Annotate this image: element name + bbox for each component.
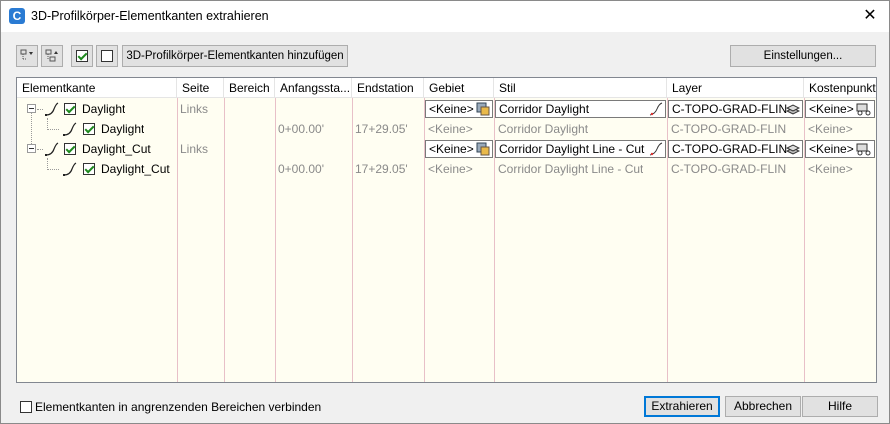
select-all-button[interactable] bbox=[71, 45, 93, 67]
collapse-node-icon[interactable] bbox=[27, 144, 36, 153]
kosten-dropdown[interactable]: <Keine> bbox=[805, 140, 875, 158]
layer-value: C-TOPO-GRAD-FLIN bbox=[671, 122, 787, 136]
clear-all-button[interactable] bbox=[96, 45, 118, 67]
title-bar: C 3D-Profilkörper-Elementkanten extrahie… bbox=[1, 1, 889, 32]
feature-line-icon bbox=[45, 102, 59, 116]
layer-dropdown[interactable]: C-TOPO-GRAD-FLIN bbox=[668, 100, 803, 118]
feature-line-icon bbox=[63, 162, 77, 176]
row-name: Daylight_Cut bbox=[82, 142, 151, 156]
layer-value: C-TOPO-GRAD-FLIN bbox=[672, 142, 788, 156]
stil-dropdown[interactable]: Corridor Daylight Line - Cut bbox=[495, 140, 666, 158]
row-checkbox[interactable] bbox=[64, 103, 76, 115]
kosten-value: <Keine> bbox=[808, 162, 853, 176]
row-name: Daylight_Cut bbox=[101, 162, 170, 176]
row-side: Links bbox=[180, 142, 209, 156]
col-elementkante[interactable]: Elementkante bbox=[17, 78, 177, 98]
gebiet-value: <Keine> bbox=[428, 122, 473, 136]
help-button[interactable]: Hilfe bbox=[802, 396, 878, 417]
pay-item-icon bbox=[856, 143, 871, 156]
checkbox-checked-icon bbox=[76, 50, 88, 62]
col-stil[interactable]: Stil bbox=[494, 78, 667, 98]
dialog-window: C 3D-Profilkörper-Elementkanten extrahie… bbox=[0, 0, 890, 424]
layer-picker-icon bbox=[786, 144, 800, 155]
kosten-value: <Keine> bbox=[809, 102, 854, 116]
row-side: Links bbox=[180, 102, 209, 116]
site-picker-icon bbox=[476, 142, 490, 156]
table-row[interactable]: Daylight Links <Keine> Corridor Daylight… bbox=[17, 99, 876, 119]
stil-value: Corridor Daylight bbox=[499, 102, 590, 116]
col-gebiet[interactable]: Gebiet bbox=[424, 78, 494, 98]
table-row[interactable]: Daylight_Cut 0+00.00' 17+29.05' <Keine> … bbox=[17, 159, 876, 179]
expand-tree-icon bbox=[45, 49, 58, 62]
feature-line-icon bbox=[63, 122, 77, 136]
gebiet-value: <Keine> bbox=[429, 142, 474, 156]
col-kostenpunkt[interactable]: Kostenpunkt bbox=[804, 78, 876, 98]
tree-line bbox=[47, 129, 59, 130]
gebiet-dropdown[interactable]: <Keine> bbox=[425, 140, 493, 158]
close-button[interactable]: ✕ bbox=[859, 5, 881, 27]
stil-dropdown[interactable]: Corridor Daylight bbox=[495, 100, 666, 118]
pay-item-icon bbox=[856, 103, 871, 116]
layer-dropdown[interactable]: C-TOPO-GRAD-FLIN bbox=[668, 140, 803, 158]
stil-value: Corridor Daylight Line - Cut bbox=[498, 162, 644, 176]
grid-header: Elementkante Seite Bereich Anfangssta...… bbox=[17, 78, 876, 98]
extract-button[interactable]: Extrahieren bbox=[644, 396, 720, 417]
style-picker-icon bbox=[649, 142, 663, 156]
style-picker-icon bbox=[649, 102, 663, 116]
row-checkbox[interactable] bbox=[83, 123, 95, 135]
kosten-value: <Keine> bbox=[808, 122, 853, 136]
row-end-station: 17+29.05' bbox=[355, 122, 408, 136]
kosten-dropdown[interactable]: <Keine> bbox=[805, 100, 875, 118]
kosten-value: <Keine> bbox=[809, 142, 854, 156]
row-name: Daylight bbox=[101, 122, 145, 136]
connect-edges-label[interactable]: Elementkanten in angrenzenden Bereichen … bbox=[35, 400, 321, 414]
expand-all-button[interactable] bbox=[41, 45, 63, 67]
layer-value: C-TOPO-GRAD-FLIN bbox=[671, 162, 787, 176]
cancel-button[interactable]: Abbrechen bbox=[725, 396, 801, 417]
row-name: Daylight bbox=[82, 102, 126, 116]
connect-edges-checkbox[interactable] bbox=[20, 401, 32, 413]
table-row[interactable]: Daylight 0+00.00' 17+29.05' <Keine> Corr… bbox=[17, 119, 876, 139]
tree-line bbox=[37, 149, 43, 150]
site-picker-icon bbox=[476, 102, 490, 116]
gebiet-value: <Keine> bbox=[428, 162, 473, 176]
col-anfangsstation[interactable]: Anfangssta... bbox=[275, 78, 352, 98]
layer-value: C-TOPO-GRAD-FLIN bbox=[672, 102, 788, 116]
col-endstation[interactable]: Endstation bbox=[352, 78, 424, 98]
edge-grid: Elementkante Seite Bereich Anfangssta...… bbox=[16, 77, 877, 383]
row-start-station: 0+00.00' bbox=[278, 122, 325, 136]
table-row[interactable]: Daylight_Cut Links <Keine> Corridor Dayl… bbox=[17, 139, 876, 159]
col-seite[interactable]: Seite bbox=[177, 78, 224, 98]
feature-line-icon bbox=[45, 142, 59, 156]
app-logo-icon: C bbox=[9, 8, 25, 24]
row-start-station: 0+00.00' bbox=[278, 162, 325, 176]
settings-button[interactable]: Einstellungen... bbox=[730, 45, 876, 67]
checkbox-empty-icon bbox=[101, 50, 113, 62]
collapse-node-icon[interactable] bbox=[27, 104, 36, 113]
add-edges-button[interactable]: 3D-Profilkörper-Elementkanten hinzufügen bbox=[122, 45, 348, 67]
collapse-all-button[interactable] bbox=[16, 45, 38, 67]
row-end-station: 17+29.05' bbox=[355, 162, 408, 176]
close-icon: ✕ bbox=[863, 7, 877, 24]
tree-line bbox=[47, 169, 59, 170]
window-title: 3D-Profilkörper-Elementkanten extrahiere… bbox=[31, 9, 269, 23]
stil-value: Corridor Daylight bbox=[498, 122, 589, 136]
stil-value: Corridor Daylight Line - Cut bbox=[499, 142, 645, 156]
tree-line bbox=[37, 109, 43, 110]
row-checkbox[interactable] bbox=[83, 163, 95, 175]
gebiet-value: <Keine> bbox=[429, 102, 474, 116]
collapse-tree-icon bbox=[20, 49, 33, 60]
row-checkbox[interactable] bbox=[64, 143, 76, 155]
col-layer[interactable]: Layer bbox=[667, 78, 804, 98]
col-bereich[interactable]: Bereich bbox=[224, 78, 275, 98]
layer-picker-icon bbox=[786, 104, 800, 115]
gebiet-dropdown[interactable]: <Keine> bbox=[425, 100, 493, 118]
